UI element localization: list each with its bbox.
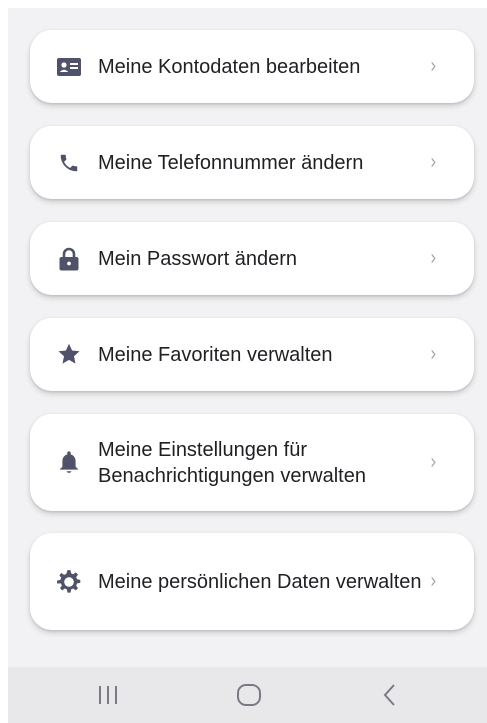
menu-item-change-password[interactable]: Mein Passwort ändern › (30, 222, 474, 295)
back-chevron-icon (383, 684, 395, 706)
menu-item-edit-account[interactable]: Meine Kontodaten bearbeiten › (30, 30, 474, 103)
phone-icon (56, 150, 82, 176)
menu-item-manage-personal-data[interactable]: Meine persönlichen Daten verwalten › (30, 533, 474, 630)
back-button[interactable] (360, 667, 420, 723)
gear-icon (56, 569, 82, 595)
lock-icon (56, 246, 82, 272)
chevron-right-icon: › (430, 54, 437, 79)
chevron-right-icon: › (430, 569, 437, 594)
home-icon (237, 684, 261, 706)
recent-apps-button[interactable] (78, 667, 138, 723)
chevron-right-icon: › (430, 450, 437, 475)
chevron-right-icon: › (430, 150, 437, 175)
home-button[interactable] (219, 667, 279, 723)
screen: Meine Kontodaten bearbeiten › Meine Tele… (8, 8, 487, 723)
star-icon (56, 342, 82, 368)
menu-item-label: Meine persönlichen Daten verwalten (98, 570, 422, 593)
recent-apps-icon (99, 686, 117, 704)
system-navigation-bar (8, 667, 487, 723)
menu-item-manage-favorites[interactable]: Meine Favoriten verwalten › (30, 318, 474, 391)
menu-item-label: Mein Passwort ändern (98, 247, 297, 270)
menu-item-label: Meine Favoriten verwalten (98, 343, 333, 366)
chevron-right-icon: › (430, 342, 437, 367)
menu-item-label: Meine Einstellungen für Benachrichtigung… (98, 438, 366, 487)
menu-item-label: Meine Kontodaten bearbeiten (98, 55, 361, 78)
bell-icon (56, 450, 82, 476)
id-card-icon (56, 54, 82, 80)
menu-item-label: Meine Telefonnummer ändern (98, 151, 364, 174)
chevron-right-icon: › (430, 246, 437, 271)
menu-item-change-phone[interactable]: Meine Telefonnummer ändern › (30, 126, 474, 199)
menu-item-notification-settings[interactable]: Meine Einstellungen für Benachrichtigung… (30, 414, 474, 511)
